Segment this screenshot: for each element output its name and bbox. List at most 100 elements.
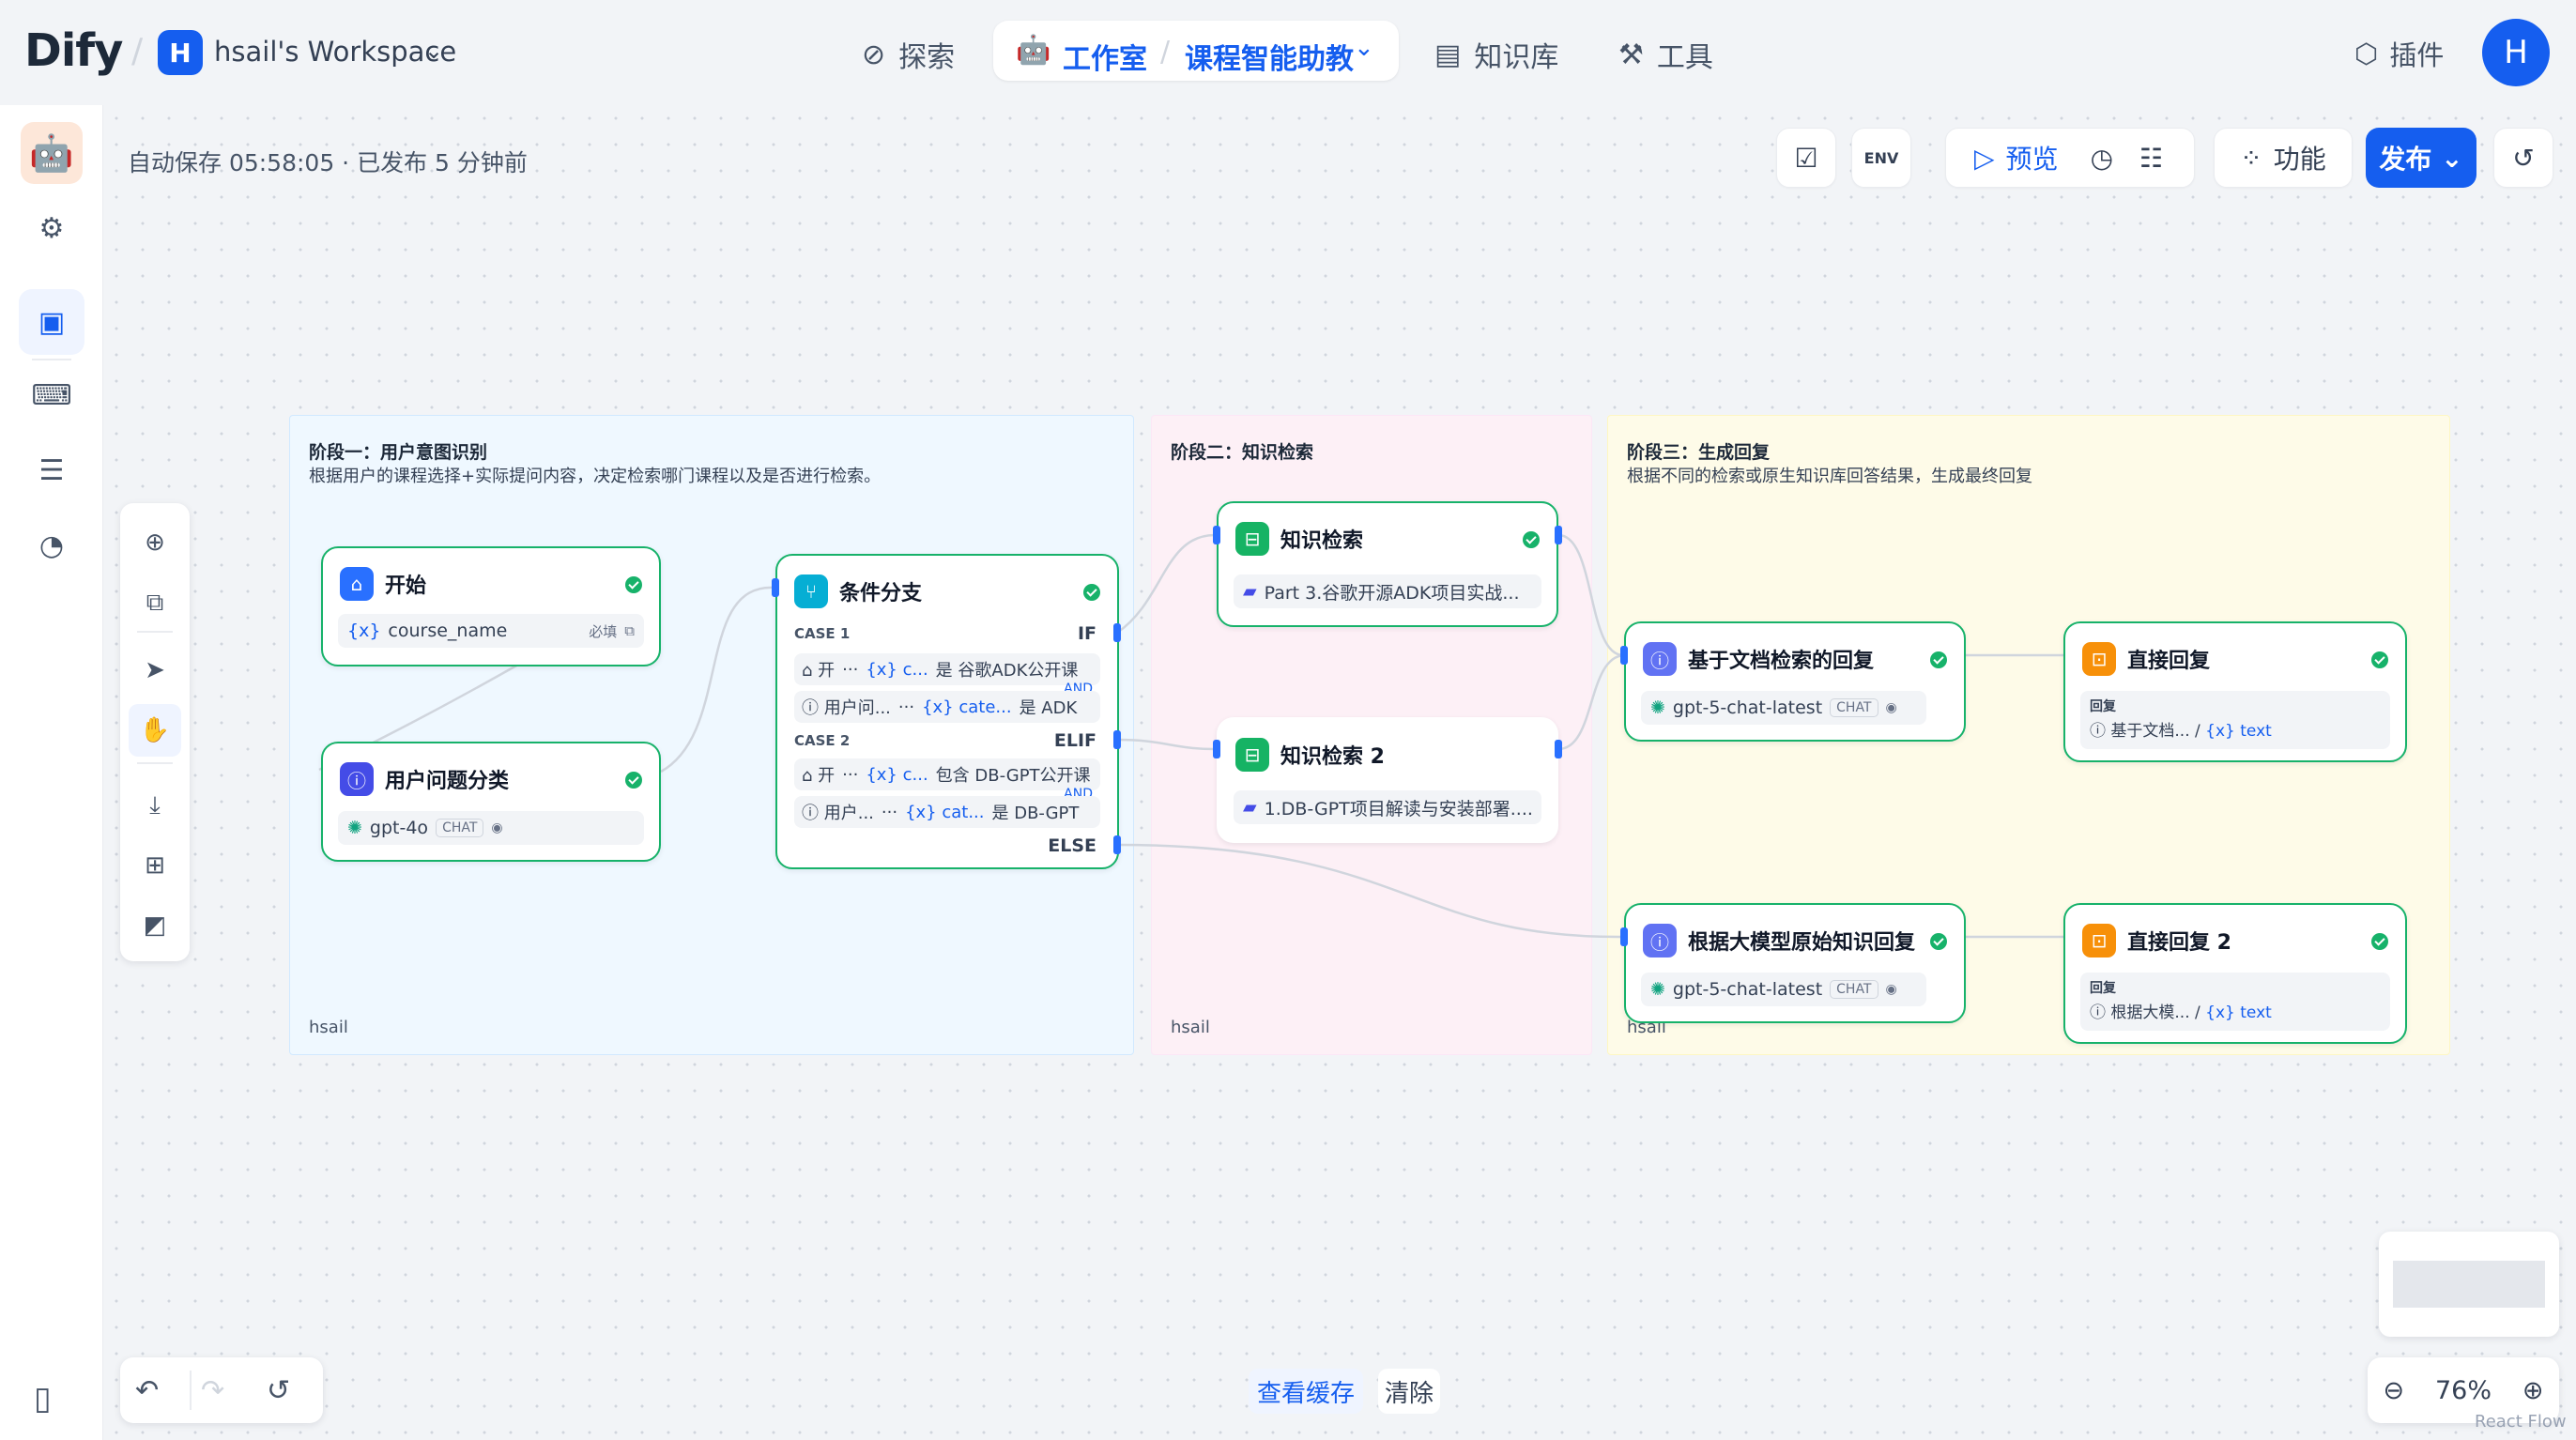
clear-button[interactable]: 清除 xyxy=(1378,1369,1440,1414)
answer-icon: ⊡ xyxy=(2082,642,2116,676)
condition-variable: {x} cat... xyxy=(905,802,985,822)
success-check-icon xyxy=(625,576,642,593)
pointer-icon[interactable]: ➤ xyxy=(129,644,181,697)
hand-icon[interactable]: ✋ xyxy=(129,704,181,757)
case-label: CASE 1 xyxy=(794,625,851,642)
required-label: 必填 xyxy=(589,622,618,640)
llm-icon: ⓘ xyxy=(1643,642,1677,676)
react-flow-attribution: React Flow xyxy=(2475,1412,2567,1432)
zoom-level[interactable]: 76% xyxy=(2435,1376,2492,1405)
condition-dots: ··· xyxy=(842,659,859,680)
condition-dots: ··· xyxy=(842,764,859,785)
node-title: 条件分支 xyxy=(839,582,923,605)
output-port[interactable] xyxy=(1113,835,1121,854)
input-port[interactable] xyxy=(1213,740,1220,758)
node-answer-1[interactable]: ⊡ 直接回复 回复 ⓘ 基于文档... / {x} text xyxy=(2063,621,2407,762)
openai-icon: ✺ xyxy=(1650,697,1665,718)
eye-icon: ◉ xyxy=(1885,982,1897,997)
condition-row[interactable]: ⓘ 用户问... ··· {x} cate... 是 ADK xyxy=(794,691,1100,723)
view-cache-button[interactable]: 查看缓存 xyxy=(1249,1369,1363,1414)
condition-variable: {x} cate... xyxy=(922,697,1012,717)
output-port[interactable] xyxy=(1113,730,1121,749)
history-icon[interactable]: ↺ xyxy=(267,1374,290,1407)
input-port[interactable] xyxy=(1620,646,1628,665)
zoom-in-icon[interactable]: ⊕ xyxy=(2522,1376,2544,1405)
condition-variable: {x} c... xyxy=(866,659,928,680)
condition-source: ⓘ 用户问... xyxy=(802,698,891,718)
model-name: gpt-5-chat-latest xyxy=(1672,697,1823,718)
input-port[interactable] xyxy=(1620,927,1628,946)
input-port[interactable] xyxy=(772,578,779,597)
condition-row[interactable]: ⓘ 用户... ··· {x} cat... 是 DB-GPT xyxy=(794,796,1100,828)
start-variable[interactable]: {x} course_name 必填 ⧉ xyxy=(338,614,644,648)
copy-icon: ⧉ xyxy=(624,622,635,639)
condition-source: ⌂ 开 xyxy=(802,661,836,681)
success-check-icon xyxy=(1083,584,1100,601)
condition-operator: 是 谷歌ADK公开课 xyxy=(935,661,1079,681)
node-title: 根据大模型原始知识回复 xyxy=(1688,931,1916,955)
model-mode-badge: CHAT xyxy=(436,819,484,837)
answer-icon: ⊡ xyxy=(2082,924,2116,957)
redo-icon[interactable]: ↷ xyxy=(201,1374,224,1407)
dataset-name: 1.DB-GPT项目解读与安装部署.... xyxy=(1264,798,1533,820)
divider xyxy=(137,631,173,633)
model-selector[interactable]: ✺ gpt-4o CHAT ◉ xyxy=(338,811,644,845)
condition-operator: 是 DB-GPT xyxy=(991,804,1080,823)
edge-ifelse-llm2 xyxy=(1116,843,1625,939)
edge-kr1-llm1 xyxy=(1557,533,1625,657)
output-port[interactable] xyxy=(1113,623,1121,642)
dataset-item[interactable]: ▰ Part 3.谷歌开源ADK项目实战... xyxy=(1234,574,1541,608)
output-port[interactable] xyxy=(1555,526,1562,544)
eye-icon: ◉ xyxy=(491,820,503,835)
answer-var-ref: ⓘ 根据大模... / {x} text xyxy=(2090,1003,2272,1022)
branch-else-label: ELSE xyxy=(1048,835,1096,856)
condition-operator: 包含 DB-GPT公开课 xyxy=(935,766,1091,786)
condition-row[interactable]: ⌂ 开 ··· {x} c... 包含 DB-GPT公开课 xyxy=(794,758,1100,790)
node-title: 直接回复 2 xyxy=(2127,931,2231,955)
node-llm-doc-answer[interactable]: ⓘ 基于文档检索的回复 ✺ gpt-5-chat-latest CHAT ◉ xyxy=(1624,621,1966,742)
answer-preview[interactable]: 回复 ⓘ 根据大模... / {x} text xyxy=(2080,973,2390,1031)
model-mode-badge: CHAT xyxy=(1830,980,1878,999)
model-name: gpt-4o xyxy=(369,818,429,838)
condition-variable: {x} c... xyxy=(866,764,928,785)
add-node-icon[interactable]: ⊕ xyxy=(129,516,181,569)
success-check-icon xyxy=(625,772,642,789)
minimap-toggle-icon[interactable]: ◩ xyxy=(129,899,181,952)
success-check-icon xyxy=(2371,933,2388,950)
knowledge-icon: ⊟ xyxy=(1235,522,1269,556)
node-knowledge-retrieval-1[interactable]: ⊟ 知识检索 ▰ Part 3.谷歌开源ADK项目实战... xyxy=(1217,501,1558,627)
answer-preview[interactable]: 回复 ⓘ 基于文档... / {x} text xyxy=(2080,691,2390,749)
source-node: ⓘ 基于文档... xyxy=(2090,722,2190,741)
success-check-icon xyxy=(1523,531,1540,548)
tool-palette: ⊕ ⧉ ➤ ✋ ⤓ ⊞ ◩ xyxy=(120,503,190,961)
undo-icon[interactable]: ↶ xyxy=(135,1374,159,1407)
folder-icon: ▰ xyxy=(1243,797,1257,818)
node-start[interactable]: ⌂ 开始 {x} course_name 必填 ⧉ xyxy=(321,546,661,666)
organize-icon[interactable]: ⊞ xyxy=(129,839,181,892)
node-if-else[interactable]: ⑂ 条件分支 CASE 1 IF ⌂ 开 ··· {x} c... 是 谷歌ADK… xyxy=(775,554,1119,869)
minimap[interactable] xyxy=(2379,1232,2559,1337)
node-title: 知识检索 2 xyxy=(1280,745,1385,769)
dataset-item[interactable]: ▰ 1.DB-GPT项目解读与安装部署.... xyxy=(1234,790,1541,824)
source-node: ⓘ 根据大模... xyxy=(2090,1003,2190,1022)
condition-row[interactable]: ⌂ 开 ··· {x} c... 是 谷歌ADK公开课 xyxy=(794,653,1100,685)
node-llm-raw-answer[interactable]: ⓘ 根据大模型原始知识回复 ✺ gpt-5-chat-latest CHAT ◉ xyxy=(1624,903,1966,1023)
model-selector[interactable]: ✺ gpt-5-chat-latest CHAT ◉ xyxy=(1641,691,1926,725)
node-answer-2[interactable]: ⊡ 直接回复 2 回复 ⓘ 根据大模... / {x} text xyxy=(2063,903,2407,1044)
model-selector[interactable]: ✺ gpt-5-chat-latest CHAT ◉ xyxy=(1641,973,1926,1006)
success-check-icon xyxy=(1930,933,1947,950)
export-image-icon[interactable]: ⤓ xyxy=(129,779,181,832)
condition-operator: 是 ADK xyxy=(1019,698,1078,718)
undo-redo-bar: ↶ ↷ ↺ xyxy=(120,1357,323,1423)
add-note-icon[interactable]: ⧉ xyxy=(129,576,181,629)
edge-kr2-llm1 xyxy=(1557,653,1625,751)
zoom-out-icon[interactable]: ⊖ xyxy=(2383,1376,2404,1405)
variable-icon: {x} xyxy=(347,620,381,641)
node-question-classifier[interactable]: ⓘ 用户问题分类 ✺ gpt-4o CHAT ◉ xyxy=(321,742,661,862)
variable-name: {x} text xyxy=(2205,722,2272,741)
output-port[interactable] xyxy=(1555,740,1562,758)
eye-icon: ◉ xyxy=(1885,700,1897,715)
input-port[interactable] xyxy=(1213,526,1220,544)
node-knowledge-retrieval-2[interactable]: ⊟ 知识检索 2 ▰ 1.DB-GPT项目解读与安装部署.... xyxy=(1217,717,1558,843)
node-title: 用户问题分类 xyxy=(385,770,510,793)
